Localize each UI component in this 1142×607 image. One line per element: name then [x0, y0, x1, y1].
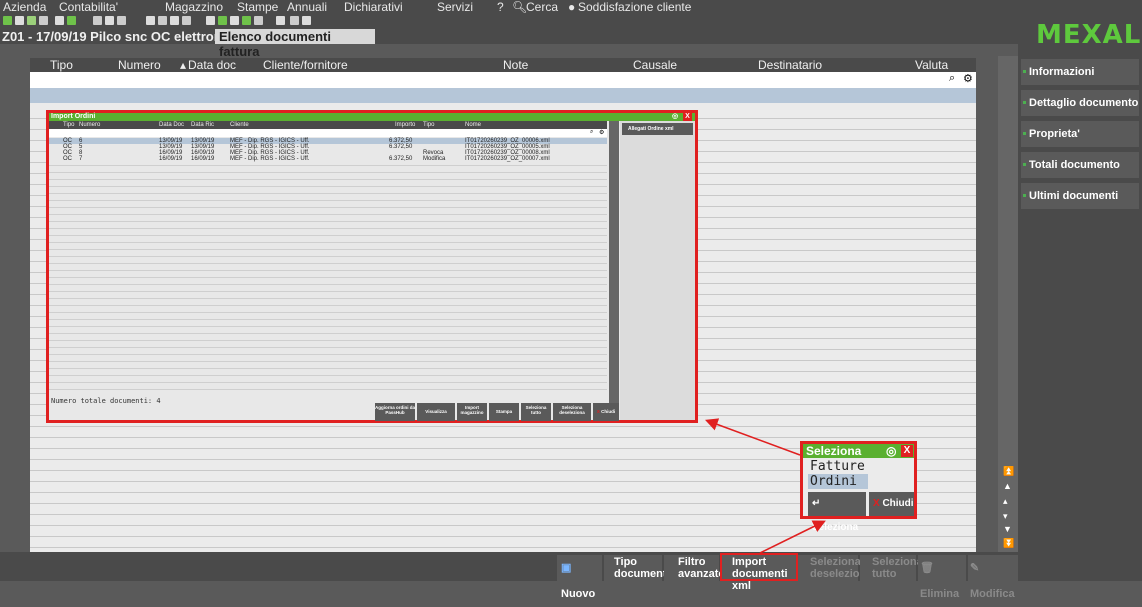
arrow-to-seleziona-dialog — [759, 520, 826, 554]
annotation-arrows — [704, 418, 826, 554]
arrow-to-import-dialog — [704, 418, 801, 456]
